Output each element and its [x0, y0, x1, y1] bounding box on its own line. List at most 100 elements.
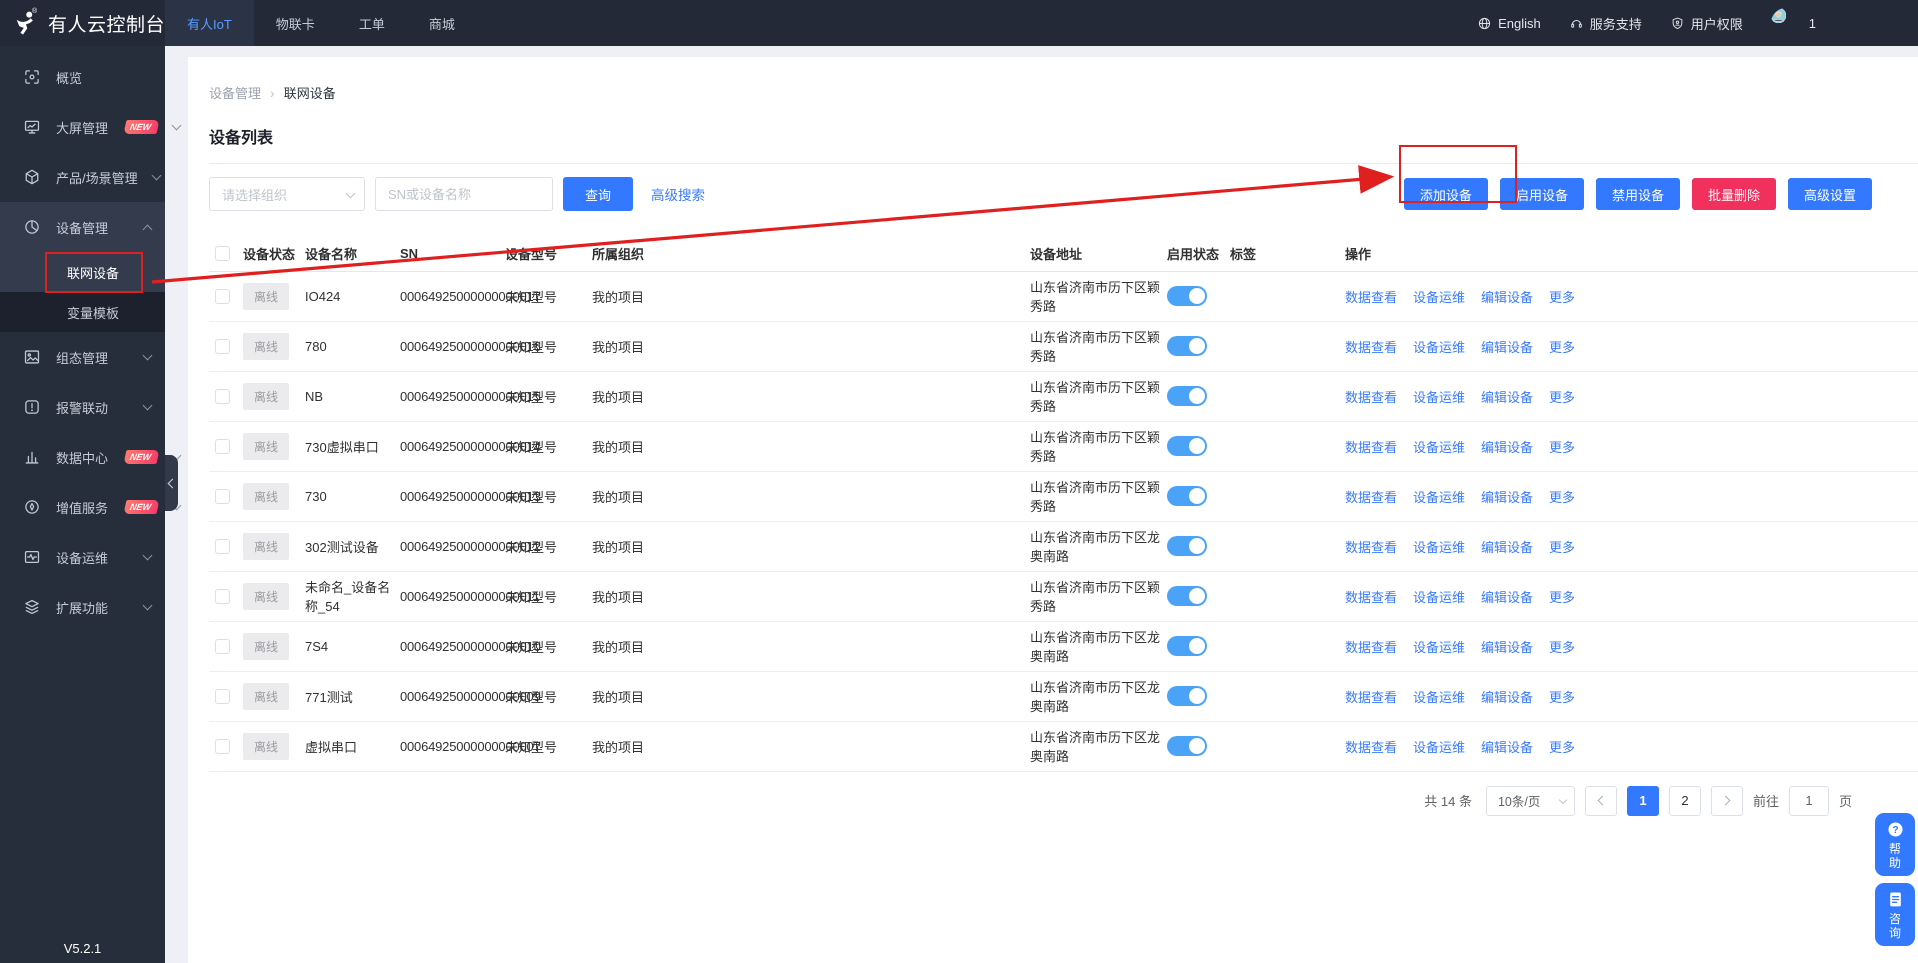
prev-page-button[interactable] — [1585, 786, 1617, 816]
action-link-更多[interactable]: 更多 — [1549, 590, 1575, 605]
goto-page-input[interactable] — [1789, 786, 1829, 816]
row-checkbox[interactable] — [215, 689, 230, 704]
enable-toggle[interactable] — [1167, 636, 1207, 656]
action-link-编辑设备[interactable]: 编辑设备 — [1481, 340, 1533, 355]
action-link-更多[interactable]: 更多 — [1549, 740, 1575, 755]
sidebar-item-device-management[interactable]: 设备管理 — [0, 202, 165, 252]
row-checkbox[interactable] — [215, 489, 230, 504]
page-size-select[interactable]: 10条/页 — [1486, 786, 1575, 816]
action-link-编辑设备[interactable]: 编辑设备 — [1481, 740, 1533, 755]
enable-toggle[interactable] — [1167, 336, 1207, 356]
row-checkbox[interactable] — [215, 389, 230, 404]
action-link-设备运维[interactable]: 设备运维 — [1413, 340, 1465, 355]
org-select[interactable]: 请选择组织 — [209, 177, 365, 211]
action-link-设备运维[interactable]: 设备运维 — [1413, 640, 1465, 655]
query-button[interactable]: 查询 — [563, 177, 633, 211]
next-page-button[interactable] — [1711, 786, 1743, 816]
sidebar-item-alarm-linkage[interactable]: 报警联动 — [0, 382, 165, 432]
action-link-设备运维[interactable]: 设备运维 — [1413, 490, 1465, 505]
action-link-设备运维[interactable]: 设备运维 — [1413, 290, 1465, 305]
row-checkbox[interactable] — [215, 589, 230, 604]
help-button[interactable]: ? 帮助 — [1875, 813, 1915, 876]
action-link-编辑设备[interactable]: 编辑设备 — [1481, 690, 1533, 705]
enable-toggle[interactable] — [1167, 686, 1207, 706]
action-link-数据查看[interactable]: 数据查看 — [1345, 740, 1397, 755]
sidebar-subitem-variable-templates[interactable]: 变量模板 — [0, 292, 165, 332]
enable-toggle[interactable] — [1167, 736, 1207, 756]
action-link-数据查看[interactable]: 数据查看 — [1345, 690, 1397, 705]
batch-delete-button[interactable]: 批量删除 — [1692, 178, 1776, 210]
action-link-更多[interactable]: 更多 — [1549, 640, 1575, 655]
action-link-编辑设备[interactable]: 编辑设备 — [1481, 390, 1533, 405]
action-link-数据查看[interactable]: 数据查看 — [1345, 340, 1397, 355]
consult-button[interactable]: 咨询 — [1875, 883, 1915, 946]
action-link-数据查看[interactable]: 数据查看 — [1345, 440, 1397, 455]
sidebar-item-scada-management[interactable]: 组态管理 — [0, 332, 165, 382]
select-all-checkbox[interactable] — [215, 246, 230, 261]
sidebar-item-data-center[interactable]: 数据中心NEW — [0, 432, 165, 482]
action-link-编辑设备[interactable]: 编辑设备 — [1481, 540, 1533, 555]
action-link-编辑设备[interactable]: 编辑设备 — [1481, 440, 1533, 455]
action-link-设备运维[interactable]: 设备运维 — [1413, 440, 1465, 455]
action-link-编辑设备[interactable]: 编辑设备 — [1481, 490, 1533, 505]
sidebar-item-value-added-services[interactable]: 增值服务NEW — [0, 482, 165, 532]
search-input[interactable] — [375, 177, 553, 211]
row-checkbox[interactable] — [215, 639, 230, 654]
action-link-编辑设备[interactable]: 编辑设备 — [1481, 290, 1533, 305]
row-checkbox[interactable] — [215, 739, 230, 754]
action-link-更多[interactable]: 更多 — [1549, 490, 1575, 505]
action-link-编辑设备[interactable]: 编辑设备 — [1481, 640, 1533, 655]
action-link-数据查看[interactable]: 数据查看 — [1345, 390, 1397, 405]
row-checkbox[interactable] — [215, 439, 230, 454]
action-link-设备运维[interactable]: 设备运维 — [1413, 740, 1465, 755]
sidebar-item-device-ops[interactable]: 设备运维 — [0, 532, 165, 582]
language-switch[interactable]: English — [1477, 16, 1541, 31]
advanced-settings-button[interactable]: 高级设置 — [1788, 178, 1872, 210]
page-button-1[interactable]: 1 — [1627, 786, 1659, 816]
user-menu[interactable]: 1 — [1771, 8, 1898, 38]
top-tab-物联卡[interactable]: 物联卡 — [254, 0, 337, 46]
sidebar-item-screen-management[interactable]: 大屏管理NEW — [0, 102, 165, 152]
row-checkbox[interactable] — [215, 339, 230, 354]
page-button-2[interactable]: 2 — [1669, 786, 1701, 816]
sidebar-collapse-handle[interactable] — [165, 455, 178, 511]
enable-toggle[interactable] — [1167, 586, 1207, 606]
action-link-更多[interactable]: 更多 — [1549, 340, 1575, 355]
enable-toggle[interactable] — [1167, 536, 1207, 556]
action-link-更多[interactable]: 更多 — [1549, 540, 1575, 555]
row-checkbox[interactable] — [215, 539, 230, 554]
action-link-设备运维[interactable]: 设备运维 — [1413, 390, 1465, 405]
action-link-数据查看[interactable]: 数据查看 — [1345, 290, 1397, 305]
advanced-search-link[interactable]: 高级搜索 — [651, 184, 705, 204]
enable-device-button[interactable]: 启用设备 — [1500, 178, 1584, 210]
action-link-设备运维[interactable]: 设备运维 — [1413, 690, 1465, 705]
action-link-数据查看[interactable]: 数据查看 — [1345, 540, 1397, 555]
sidebar-item-extended-functions[interactable]: 扩展功能 — [0, 582, 165, 632]
action-link-更多[interactable]: 更多 — [1549, 440, 1575, 455]
enable-toggle[interactable] — [1167, 286, 1207, 306]
action-link-更多[interactable]: 更多 — [1549, 390, 1575, 405]
action-link-数据查看[interactable]: 数据查看 — [1345, 490, 1397, 505]
sidebar-subitem-networked-devices[interactable]: 联网设备 — [0, 252, 165, 292]
action-link-数据查看[interactable]: 数据查看 — [1345, 590, 1397, 605]
enable-toggle[interactable] — [1167, 486, 1207, 506]
action-link-更多[interactable]: 更多 — [1549, 290, 1575, 305]
action-link-数据查看[interactable]: 数据查看 — [1345, 640, 1397, 655]
service-support[interactable]: 服务支持 — [1569, 14, 1642, 33]
sidebar-item-product-scene-management[interactable]: 产品/场景管理 — [0, 152, 165, 202]
enable-toggle[interactable] — [1167, 386, 1207, 406]
action-link-设备运维[interactable]: 设备运维 — [1413, 590, 1465, 605]
add-device-button[interactable]: 添加设备 — [1404, 178, 1488, 210]
disable-device-button[interactable]: 禁用设备 — [1596, 178, 1680, 210]
action-link-编辑设备[interactable]: 编辑设备 — [1481, 590, 1533, 605]
row-checkbox[interactable] — [215, 289, 230, 304]
action-link-更多[interactable]: 更多 — [1549, 690, 1575, 705]
enable-toggle[interactable] — [1167, 436, 1207, 456]
action-link-设备运维[interactable]: 设备运维 — [1413, 540, 1465, 555]
breadcrumb-device-management[interactable]: 设备管理 — [209, 83, 261, 102]
top-tab-有人IoT[interactable]: 有人IoT — [165, 0, 254, 46]
top-tab-商城[interactable]: 商城 — [407, 0, 477, 46]
top-tab-工单[interactable]: 工单 — [337, 0, 407, 46]
sidebar-item-overview[interactable]: 概览 — [0, 52, 165, 102]
user-permissions[interactable]: 用户权限 — [1670, 14, 1743, 33]
